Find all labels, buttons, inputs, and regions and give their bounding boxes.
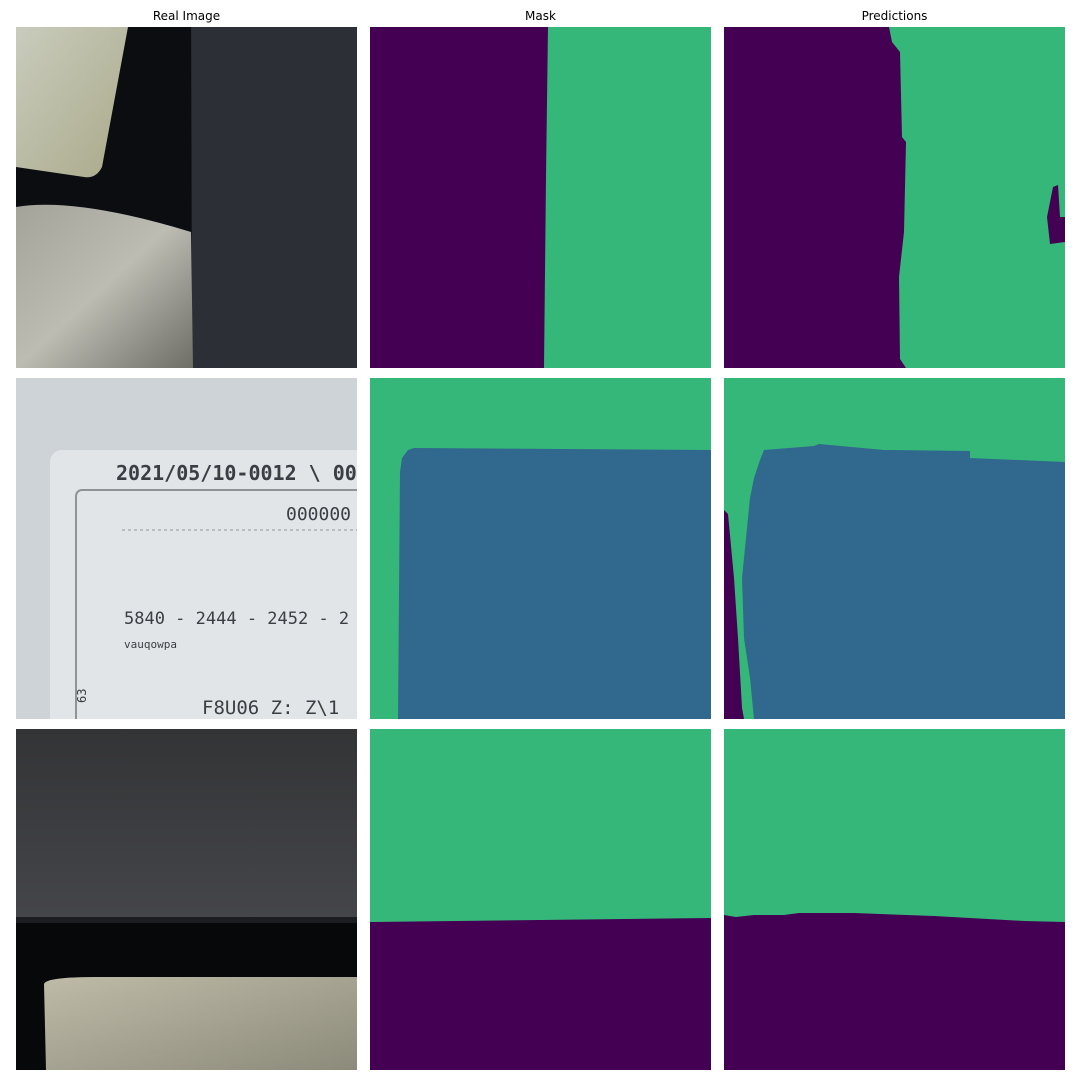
real-image-row-2: 2021/05/10-0012 \ 00 000000 5840 - 2444 … — [16, 378, 357, 719]
mask-row-2 — [370, 378, 711, 719]
card-text-line-2: 000000 — [286, 504, 351, 525]
card-text-line-3: 5840 - 2444 - 2452 - 2 — [124, 609, 349, 629]
card-text-line-1: 2021/05/10-0012 \ 00 — [116, 461, 357, 485]
mask-row-1 — [370, 27, 711, 368]
column-title-mask: Mask — [525, 9, 556, 23]
prediction-row-2 — [724, 378, 1065, 719]
card-text-side: 63 — [75, 689, 89, 703]
prediction-row-3 — [724, 729, 1065, 1070]
card-text-line-4: vauqowpa — [124, 638, 177, 651]
card-text-line-5: F8U06 Z: Z\1 — [202, 697, 339, 719]
mask-row-3 — [370, 729, 711, 1070]
real-image-row-3 — [16, 729, 357, 1070]
column-title-real-image: Real Image — [152, 9, 221, 23]
prediction-row-1 — [724, 27, 1065, 368]
real-image-row-1 — [16, 27, 357, 368]
column-title-predictions: Predictions — [861, 9, 928, 23]
